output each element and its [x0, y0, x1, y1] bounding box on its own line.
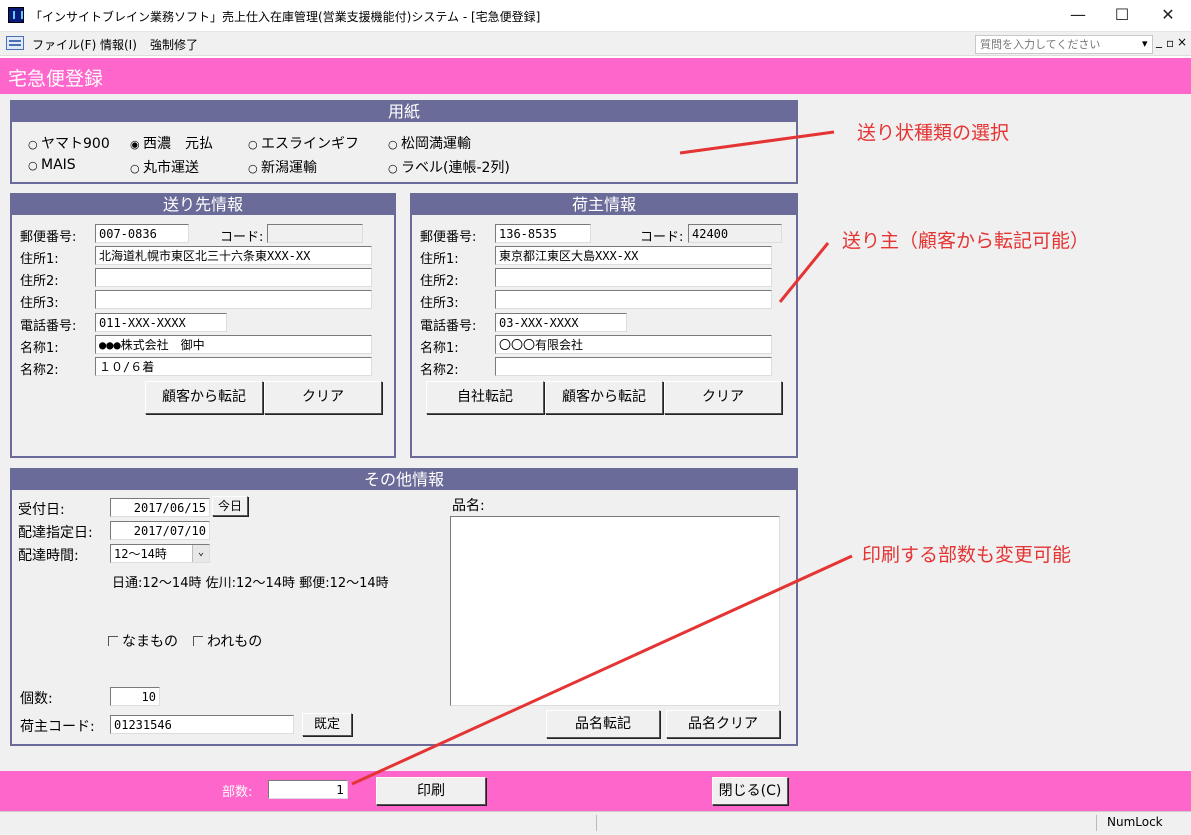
annotation-line-copies [351, 554, 853, 786]
annotation-line-shipper [778, 242, 830, 303]
annotation-line-paper [679, 130, 835, 155]
annotation-shipper-note: 送り主（顧客から転記可能） [842, 230, 1090, 252]
annotation-arrows [351, 130, 853, 786]
annotation-copies-note: 印刷する部数も変更可能 [862, 544, 1072, 566]
annotation-paper-note: 送り状種類の選択 [857, 122, 1010, 144]
